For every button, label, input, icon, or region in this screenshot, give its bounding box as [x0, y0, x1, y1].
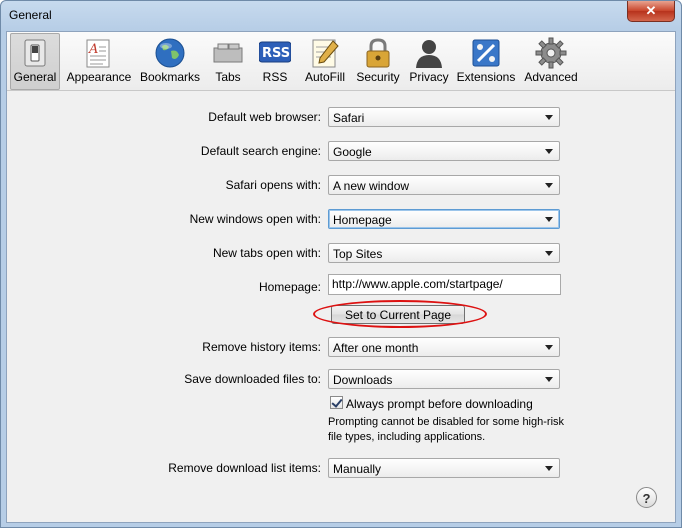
- download-list-label: Remove download list items:: [168, 461, 321, 475]
- globe-icon: [154, 37, 186, 69]
- opens-with-label: Safari opens with:: [225, 178, 321, 192]
- tab-advanced[interactable]: Advanced: [521, 34, 581, 88]
- new-tabs-select[interactable]: Top Sites: [328, 243, 560, 263]
- close-button[interactable]: ✕: [627, 1, 675, 22]
- search-engine-select[interactable]: Google: [328, 141, 560, 161]
- tab-privacy[interactable]: Privacy: [408, 34, 450, 88]
- tab-label: Tabs: [215, 70, 241, 84]
- extensions-icon: [470, 37, 502, 69]
- new-tabs-label: New tabs open with:: [212, 246, 321, 260]
- homepage-input-box: [328, 274, 561, 295]
- title-bar[interactable]: General ✕: [1, 1, 681, 31]
- select-value: Downloads: [333, 373, 393, 387]
- preferences-window: General ✕ General A Appearance Bookmarks…: [0, 0, 682, 528]
- search-engine-label: Default search engine:: [200, 144, 321, 158]
- tab-label: Security: [356, 70, 400, 84]
- appearance-icon: A: [83, 37, 115, 69]
- select-value: After one month: [333, 341, 419, 355]
- select-value: Safari: [333, 111, 365, 125]
- set-to-current-page-button[interactable]: Set to Current Page: [331, 305, 465, 324]
- chevron-down-icon: [545, 149, 553, 154]
- tab-autofill[interactable]: AutoFill: [301, 34, 349, 88]
- prompt-note: Prompting cannot be disabled for some hi…: [328, 416, 565, 443]
- new-windows-label: New windows open with:: [189, 212, 321, 226]
- tab-label: Appearance: [66, 70, 132, 84]
- default-browser-label: Default web browser:: [208, 110, 321, 124]
- preferences-toolbar: General A Appearance Bookmarks Tabs RSS …: [7, 32, 675, 91]
- tab-general[interactable]: General: [10, 33, 60, 90]
- chevron-down-icon: [545, 345, 553, 350]
- default-browser-select[interactable]: Safari: [328, 107, 560, 127]
- select-value: Manually: [333, 462, 382, 476]
- tab-rss[interactable]: RSS RSS: [257, 34, 293, 88]
- preferences-pane: General A Appearance Bookmarks Tabs RSS …: [6, 31, 676, 523]
- svg-text:A: A: [88, 42, 98, 57]
- tab-label: Advanced: [524, 70, 578, 84]
- chevron-down-icon: [545, 183, 553, 188]
- always-prompt-checkbox[interactable]: [330, 396, 343, 409]
- new-windows-select[interactable]: Homepage: [328, 209, 560, 229]
- tab-security[interactable]: Security: [354, 34, 402, 88]
- select-value: Google: [333, 145, 372, 159]
- select-value: Homepage: [333, 213, 392, 227]
- tab-extensions[interactable]: Extensions: [456, 34, 516, 88]
- tab-tabs[interactable]: Tabs: [208, 34, 248, 88]
- download-list-select[interactable]: Manually: [328, 458, 560, 478]
- opens-with-select[interactable]: A new window: [328, 175, 560, 195]
- homepage-input[interactable]: [332, 277, 557, 291]
- help-button[interactable]: ?: [636, 487, 657, 508]
- gear-icon: [535, 37, 567, 69]
- history-select[interactable]: After one month: [328, 337, 560, 357]
- privacy-person-icon: [413, 37, 445, 69]
- chevron-down-icon: [545, 466, 553, 471]
- downloads-select[interactable]: Downloads: [328, 369, 560, 389]
- chevron-down-icon: [545, 115, 553, 120]
- tab-label: General: [13, 70, 57, 84]
- rss-badge-text: RSS: [262, 46, 290, 61]
- tab-appearance[interactable]: A Appearance: [65, 34, 133, 88]
- general-switch-icon: [19, 37, 51, 69]
- history-label: Remove history items:: [202, 340, 321, 354]
- rss-icon: RSS: [258, 37, 292, 69]
- tab-label: Extensions: [456, 70, 516, 84]
- tab-label: AutoFill: [304, 70, 345, 84]
- autofill-icon: [309, 37, 341, 69]
- tab-bookmarks[interactable]: Bookmarks: [138, 34, 202, 88]
- chevron-down-icon: [545, 377, 553, 382]
- always-prompt-label[interactable]: Always prompt before downloading: [346, 397, 533, 411]
- tab-label: Bookmarks: [139, 70, 201, 84]
- chevron-down-icon: [545, 217, 553, 222]
- tabs-icon: [212, 37, 244, 69]
- tab-label: RSS: [262, 70, 288, 84]
- chevron-down-icon: [545, 251, 553, 256]
- select-value: A new window: [333, 179, 410, 193]
- downloads-label: Save downloaded files to:: [184, 372, 321, 386]
- tab-label: Privacy: [409, 70, 449, 84]
- lock-icon: [362, 37, 394, 69]
- window-title: General: [9, 8, 52, 22]
- select-value: Top Sites: [333, 247, 383, 261]
- homepage-label: Homepage:: [258, 280, 321, 294]
